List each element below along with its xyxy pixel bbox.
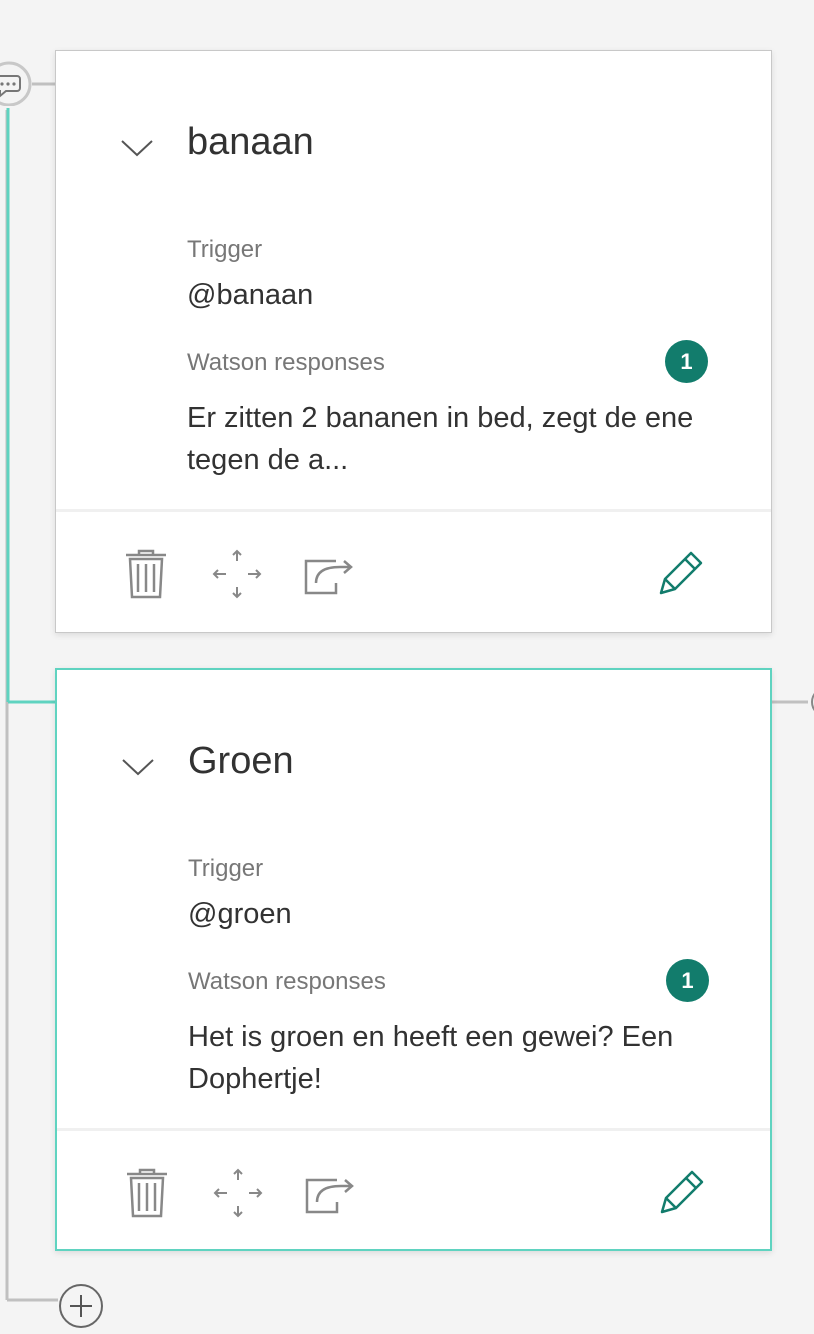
pencil-icon bbox=[660, 1170, 704, 1214]
node-title: banaan bbox=[187, 121, 314, 163]
edit-button[interactable] bbox=[653, 547, 707, 601]
move-button[interactable] bbox=[211, 1166, 265, 1220]
dialog-node-card-selected[interactable]: Groen Trigger @groen Watson responses 1 … bbox=[55, 668, 772, 1251]
child-connector-handle[interactable] bbox=[806, 686, 814, 718]
node-title: Groen bbox=[188, 740, 294, 782]
trigger-value: @banaan bbox=[187, 279, 314, 311]
delete-button[interactable] bbox=[120, 1166, 174, 1220]
responses-label: Watson responses bbox=[188, 968, 386, 995]
move-button[interactable] bbox=[210, 547, 264, 601]
responses-count-badge: 1 bbox=[666, 959, 709, 1002]
jump-to-button[interactable] bbox=[302, 547, 356, 601]
card-divider bbox=[56, 509, 771, 512]
responses-label: Watson responses bbox=[187, 349, 385, 376]
move-arrows-icon bbox=[212, 549, 262, 599]
move-arrows-icon bbox=[213, 1168, 263, 1218]
response-preview: Het is groen en heeft een gewei? Een Dop… bbox=[188, 1021, 674, 1095]
chevron-down-icon[interactable] bbox=[117, 748, 159, 782]
card-divider bbox=[57, 1128, 770, 1131]
trigger-label: Trigger bbox=[188, 855, 264, 882]
jump-to-icon bbox=[305, 1178, 354, 1214]
trigger-value: @groen bbox=[188, 898, 292, 930]
plus-circle-icon bbox=[59, 1284, 103, 1328]
trigger-label: Trigger bbox=[187, 236, 263, 263]
trash-icon bbox=[127, 1168, 167, 1218]
speech-bubble-icon bbox=[0, 60, 34, 107]
pencil-icon bbox=[659, 551, 703, 595]
jump-to-button[interactable] bbox=[303, 1166, 357, 1220]
dialog-node-card[interactable]: banaan Trigger @banaan Watson responses … bbox=[55, 50, 772, 633]
responses-count-badge: 1 bbox=[665, 340, 708, 383]
add-node-button[interactable] bbox=[58, 1283, 104, 1329]
trash-icon bbox=[126, 549, 166, 599]
delete-button[interactable] bbox=[119, 547, 173, 601]
response-preview: Er zitten 2 bananen in bed, zegt de ene … bbox=[187, 402, 694, 476]
edit-button[interactable] bbox=[654, 1166, 708, 1220]
jump-to-icon bbox=[304, 559, 353, 595]
chevron-down-icon[interactable] bbox=[116, 129, 158, 163]
